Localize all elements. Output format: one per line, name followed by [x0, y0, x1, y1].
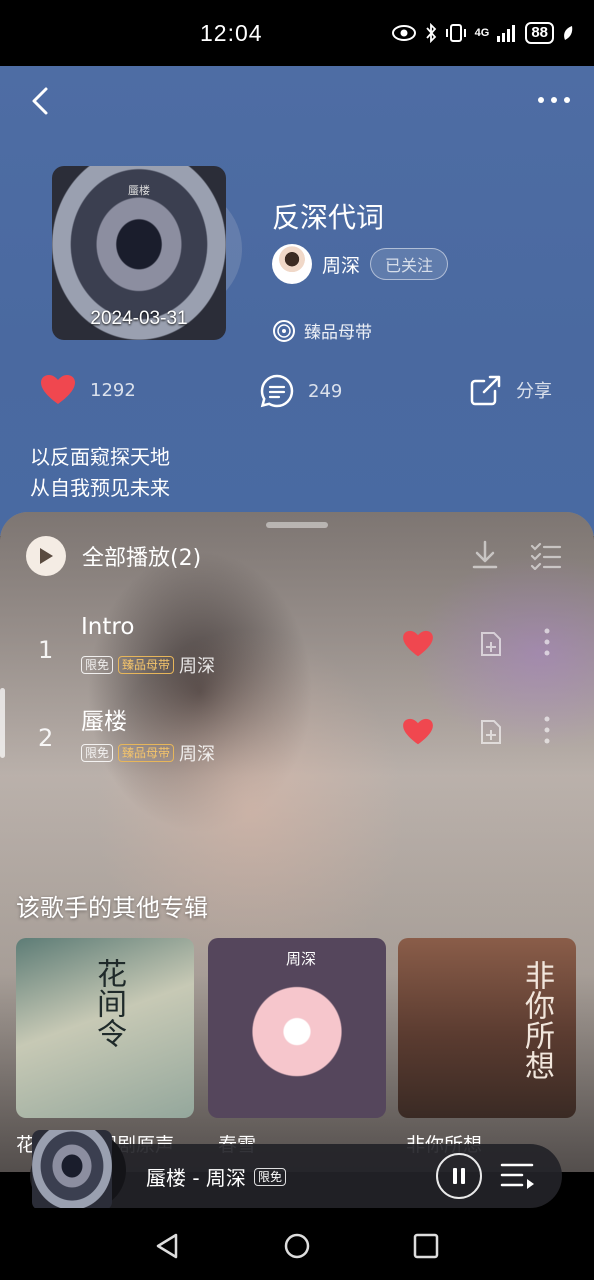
- back-arrow-icon[interactable]: [26, 86, 56, 116]
- system-nav-bar: [0, 1208, 594, 1280]
- description-line: 从自我预见未来: [30, 476, 170, 500]
- signal-icon: [497, 25, 516, 42]
- album-actions: 1292 249 分享: [0, 374, 594, 414]
- master-tag: 臻品母带: [118, 744, 175, 762]
- multi-select-icon[interactable]: [530, 542, 562, 570]
- play-all-label: 全部播放(2): [82, 546, 202, 571]
- nav-recents-icon[interactable]: [412, 1232, 440, 1260]
- track-title: 蜃楼: [81, 709, 127, 735]
- eye-icon: [391, 25, 416, 41]
- free-tag: 限免: [81, 744, 114, 762]
- share-icon: [470, 375, 501, 406]
- track-meta: 限免 臻品母带 周深: [81, 652, 215, 678]
- album-title: 反深代词: [272, 201, 385, 234]
- album-description: 以反面窥探天地 从自我预见未来: [30, 442, 170, 504]
- track-artist: 周深: [179, 744, 216, 765]
- track-row[interactable]: 1 Intro 限免 臻品母带 周深: [0, 614, 594, 694]
- now-playing-title: 蜃楼 - 周深 限免: [146, 1162, 286, 1191]
- heart-icon[interactable]: [402, 630, 434, 658]
- album-card[interactable]: 非你所想: [398, 938, 576, 1118]
- more-vertical-icon[interactable]: [542, 626, 552, 658]
- comment-count: 249: [308, 380, 343, 402]
- like-count: 1292: [90, 379, 136, 401]
- album-cover-text: 周深: [286, 950, 317, 968]
- like-action[interactable]: 1292: [40, 374, 136, 406]
- add-to-playlist-icon[interactable]: [476, 630, 504, 658]
- master-disc-icon: [273, 319, 295, 342]
- nav-back-icon[interactable]: [154, 1232, 182, 1260]
- comment-icon: [260, 374, 294, 408]
- track-meta: 限免 臻品母带 周深: [81, 740, 215, 766]
- more-options-icon[interactable]: [536, 88, 572, 112]
- free-tag: 限免: [81, 656, 114, 674]
- master-tag: 臻品母带: [118, 656, 175, 674]
- artist-row: 周深 已关注: [272, 244, 449, 284]
- more-vertical-icon[interactable]: [542, 714, 552, 746]
- comment-action[interactable]: 249: [260, 374, 342, 408]
- album-cover-text: 花间令: [91, 958, 126, 1048]
- status-time: 12:04: [200, 20, 263, 46]
- track-row[interactable]: 2 蜃楼 限免 臻品母带 周深: [0, 702, 594, 782]
- network-label: 4G: [474, 27, 490, 39]
- album-card[interactable]: 花间令: [16, 938, 194, 1118]
- mini-player[interactable]: 蜃楼 - 周深 限免: [30, 1130, 562, 1210]
- free-tag: 限免: [253, 1167, 286, 1186]
- vibrate-icon: [445, 24, 466, 42]
- artist-avatar[interactable]: [272, 244, 312, 284]
- drag-handle[interactable]: [266, 522, 328, 528]
- track-number: 1: [38, 636, 54, 664]
- heart-icon[interactable]: [402, 718, 434, 746]
- battery-level: 88: [525, 22, 554, 44]
- other-albums-title: 该歌手的其他专辑: [16, 894, 208, 922]
- track-artist: 周深: [179, 656, 216, 677]
- pause-icon: [453, 1168, 465, 1184]
- download-icon[interactable]: [470, 540, 500, 570]
- track-number: 2: [38, 724, 54, 752]
- status-icons: 4G 88: [391, 22, 574, 44]
- nav-home-icon[interactable]: [283, 1232, 311, 1260]
- play-all-button[interactable]: 全部播放(2): [26, 536, 201, 576]
- track-sheet: 全部播放(2) 1 Intro 限免 臻品母带 周深 2 蜃楼 限免 臻品母带 …: [0, 512, 594, 1172]
- playlist-queue-icon[interactable]: [500, 1160, 536, 1192]
- description-line: 以反面窥探天地: [30, 445, 170, 469]
- album-cover[interactable]: 蜃楼 2024-03-31: [52, 166, 226, 340]
- release-date: 2024-03-31: [90, 308, 188, 329]
- track-title: Intro: [81, 614, 135, 640]
- album-header: 蜃楼 2024-03-31 反深代词 周深 已关注 臻品母带 1292 249 …: [0, 66, 594, 536]
- cover-title: 蜃楼: [128, 184, 150, 197]
- artist-name[interactable]: 周深: [322, 251, 360, 278]
- bluetooth-icon: [425, 23, 436, 43]
- play-icon: [26, 536, 66, 576]
- quality-label: 臻品母带: [304, 323, 372, 343]
- leaf-icon: [564, 26, 573, 40]
- share-action[interactable]: 分享: [470, 374, 552, 406]
- status-bar: 12:04 4G 88: [0, 0, 594, 66]
- heart-icon: [41, 375, 75, 404]
- add-to-playlist-icon[interactable]: [476, 718, 504, 746]
- follow-button[interactable]: 已关注: [370, 248, 449, 280]
- now-playing-text: 蜃楼 - 周深: [146, 1166, 246, 1190]
- quality-badge[interactable]: 臻品母带: [272, 318, 372, 343]
- album-card[interactable]: 周深: [208, 938, 386, 1118]
- share-label: 分享: [516, 381, 552, 402]
- pause-button[interactable]: [436, 1153, 482, 1199]
- album-cover-text: 非你所想: [519, 960, 554, 1080]
- mini-player-cover[interactable]: [32, 1130, 112, 1210]
